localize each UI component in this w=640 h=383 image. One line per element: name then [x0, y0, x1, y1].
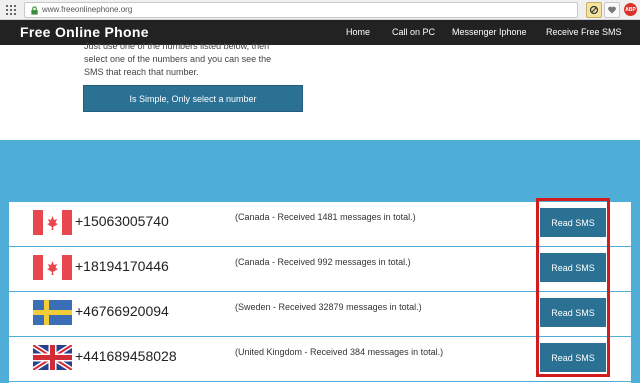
number-description: (Canada - Received 1481 messages in tota… — [235, 212, 416, 222]
sweden-flag-icon — [33, 300, 72, 325]
heart-icon[interactable] — [604, 2, 620, 18]
phone-number: +15063005740 — [75, 213, 169, 229]
phone-number: +46766920094 — [75, 303, 169, 319]
url-text: www.freeonlinephone.org — [42, 5, 133, 14]
number-description: (Canada - Received 992 messages in total… — [235, 257, 411, 267]
nav-messenger-iphone[interactable]: Messenger Iphone — [452, 27, 527, 37]
number-description: (Sweden - Received 32879 messages in tot… — [235, 302, 422, 312]
intro-line: SMS that reach that number. — [84, 67, 199, 77]
lock-icon — [31, 6, 38, 15]
canada-flag-icon — [33, 255, 72, 280]
intro-line: select one of the numbers and you can se… — [84, 54, 272, 64]
intro-text: Just use one of the numbers listed below… — [84, 40, 304, 79]
highlight-annotation-box — [536, 198, 610, 377]
adblock-icon[interactable]: ABP — [624, 3, 637, 16]
nav-receive-free-sms[interactable]: Receive Free SMS — [546, 27, 622, 37]
address-bar[interactable]: www.freeonlinephone.org — [24, 2, 578, 18]
block-icon[interactable] — [586, 2, 602, 18]
canada-flag-icon — [33, 210, 72, 235]
number-description: (United Kingdom - Received 384 messages … — [235, 347, 444, 357]
site-brand[interactable]: Free Online Phone — [20, 24, 149, 40]
uk-flag-icon — [33, 345, 72, 370]
intro-line: Just use one of the numbers listed below… — [84, 41, 270, 51]
nav-home[interactable]: Home — [346, 27, 370, 37]
apps-grid-icon[interactable] — [6, 5, 16, 15]
select-number-button[interactable]: Is Simple, Only select a number — [83, 85, 303, 112]
phone-number: +441689458028 — [75, 348, 177, 364]
nav-call-on-pc[interactable]: Call on PC — [392, 27, 435, 37]
phone-number: +18194170446 — [75, 258, 169, 274]
browser-toolbar: www.freeonlinephone.org ABP — [0, 0, 640, 20]
